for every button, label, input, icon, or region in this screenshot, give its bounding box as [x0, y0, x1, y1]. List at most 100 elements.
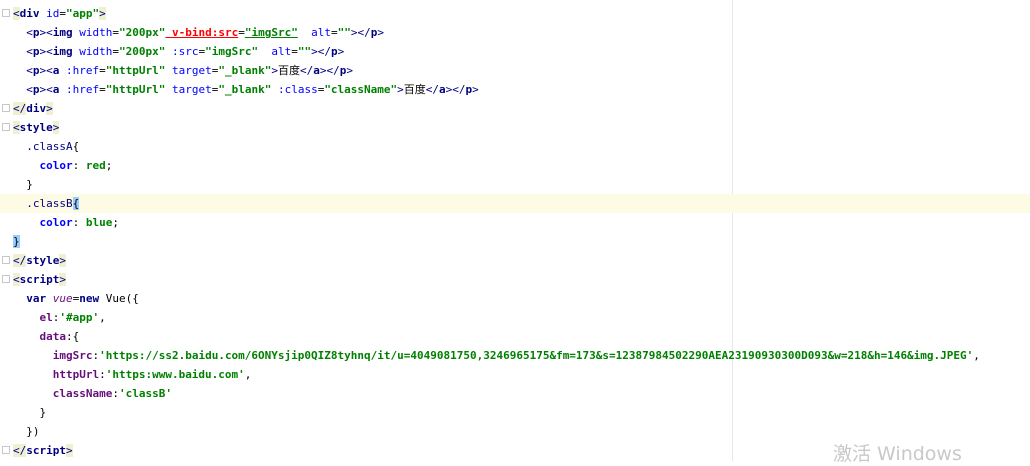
code-token: , [244, 368, 252, 381]
code-token: < [13, 121, 20, 134]
code-token: .classB [13, 197, 73, 210]
code-line[interactable]: <div id="app"> [0, 4, 1030, 23]
code-token: 'classB' [118, 387, 172, 400]
code-token: > [66, 444, 73, 457]
code-token: color [13, 216, 73, 229]
code-token: ; [112, 216, 119, 229]
code-line[interactable]: <p><img width="200px" v-bind:src="imgSrc… [0, 23, 1030, 42]
code-line[interactable]: <script> [0, 270, 1030, 289]
code-text: imgSrc:'https://ss2.baidu.com/6ONYsjip0Q… [13, 346, 980, 365]
code-text: var vue=new Vue({ [13, 289, 139, 308]
code-token: </ [13, 102, 27, 115]
code-token: "_blank" [218, 83, 272, 96]
code-token: id [39, 7, 60, 20]
code-token: script [26, 444, 66, 457]
code-token: img [52, 26, 73, 39]
code-token: "httpUrl" [105, 83, 166, 96]
code-token: < [13, 26, 33, 39]
code-text: </script> [13, 441, 73, 460]
code-token: "_blank" [218, 64, 272, 77]
code-token: >< [39, 45, 53, 58]
fold-marker-icon[interactable] [2, 256, 10, 264]
fold-marker-icon[interactable] [2, 9, 10, 17]
code-token: new [79, 292, 106, 305]
code-token: alt [258, 45, 292, 58]
code-text: .classA{ [13, 137, 79, 156]
fold-marker-icon[interactable] [2, 123, 10, 131]
code-token: > [59, 254, 66, 267]
code-token: p [32, 45, 40, 58]
activate-windows-watermark: 激活 Windows [833, 443, 962, 465]
code-line[interactable]: } [0, 232, 1030, 251]
code-token: .classA [13, 140, 73, 153]
code-line[interactable]: el:'#app', [0, 308, 1030, 327]
code-token: , [99, 311, 106, 324]
code-token: 百度 [277, 64, 300, 77]
code-token: script [19, 273, 60, 286]
fold-marker-icon[interactable] [2, 104, 10, 112]
code-token: < [13, 45, 33, 58]
fold-marker-icon[interactable] [2, 446, 10, 454]
code-token: = [99, 64, 106, 77]
code-token: :src [211, 26, 239, 39]
code-token: </ [13, 254, 27, 267]
code-line[interactable]: <p><a :href="httpUrl" target="_blank" :c… [0, 80, 1030, 99]
code-token: "200px" [119, 45, 166, 58]
code-token: a [313, 64, 320, 77]
code-token: = [238, 26, 245, 39]
code-line[interactable]: color: blue; [0, 213, 1030, 232]
code-editor[interactable]: <div id="app"> <p><img width="200px" v-b… [0, 0, 1030, 461]
code-token: "className" [324, 83, 398, 96]
code-text: <p><img width="200px" :src="imgSrc" alt=… [13, 42, 344, 61]
code-token: : [72, 216, 86, 229]
code-text: color: blue; [13, 213, 119, 232]
code-token: blue [85, 216, 113, 229]
code-line[interactable]: httpUrl:'https:www.baidu.com', [0, 365, 1030, 384]
code-token: ></ [319, 64, 340, 77]
code-token: "" [297, 45, 312, 58]
code-line[interactable]: data:{ [0, 327, 1030, 346]
code-token: target [165, 64, 212, 77]
code-token: target [165, 83, 212, 96]
code-line[interactable]: <style> [0, 118, 1030, 137]
code-text: className:'classB' [13, 384, 172, 403]
code-line[interactable]: </div> [0, 99, 1030, 118]
code-token: > [99, 7, 106, 20]
code-token: style [26, 254, 60, 267]
code-token: { [72, 197, 80, 210]
code-token: div [26, 102, 47, 115]
code-token: :class [271, 83, 318, 96]
code-line[interactable]: imgSrc:'https://ss2.baidu.com/6ONYsjip0Q… [0, 346, 1030, 365]
code-token: img [52, 45, 73, 58]
code-line[interactable]: color: red; [0, 156, 1030, 175]
code-token: width [72, 26, 113, 39]
code-token: "imgSrc" [205, 45, 259, 58]
code-token: vue [52, 292, 73, 305]
code-token: = [112, 26, 119, 39]
code-token: width [72, 45, 113, 58]
fold-marker-icon[interactable] [2, 275, 10, 283]
code-token: > [346, 64, 353, 77]
code-token: imgSrc [13, 349, 93, 362]
code-token: = [99, 83, 106, 96]
code-line[interactable]: <p><a :href="httpUrl" target="_blank">百度… [0, 61, 1030, 80]
code-token: :href [59, 83, 100, 96]
code-token: >< [39, 83, 53, 96]
code-line[interactable]: <p><img width="200px" :src="imgSrc" alt=… [0, 42, 1030, 61]
code-line[interactable]: var vue=new Vue({ [0, 289, 1030, 308]
code-line[interactable]: } [0, 175, 1030, 194]
code-token: </ [299, 64, 314, 77]
code-token: > [377, 26, 384, 39]
code-token: p [32, 26, 40, 39]
code-line[interactable]: .classB{ [0, 194, 1030, 213]
code-text: <p><a :href="httpUrl" target="_blank">百度… [13, 61, 353, 80]
code-token: a [439, 83, 446, 96]
code-line[interactable]: .classA{ [0, 137, 1030, 156]
code-line[interactable]: } [0, 403, 1030, 422]
code-token: > [52, 121, 60, 134]
code-token: p [32, 64, 40, 77]
code-text: } [13, 232, 20, 251]
code-line[interactable]: className:'classB' [0, 384, 1030, 403]
code-token: = [59, 7, 66, 20]
code-line[interactable]: </style> [0, 251, 1030, 270]
